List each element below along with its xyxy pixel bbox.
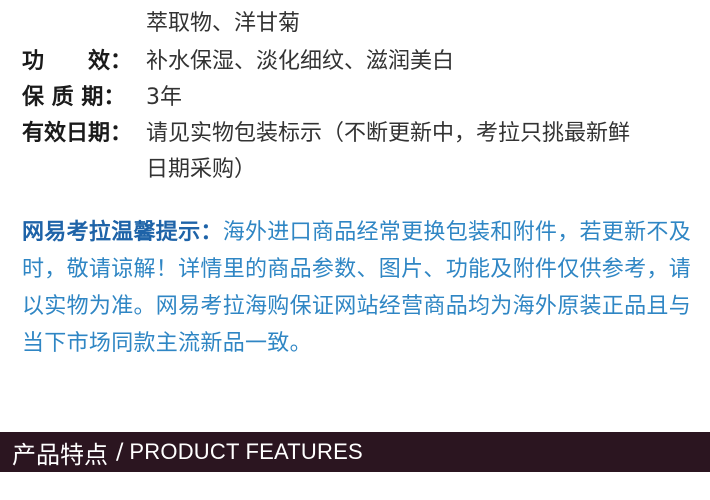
kaola-notice: 网易考拉温馨提示：海外进口商品经常更换包装和附件，若更新不及时，敬请谅解！详情里… [22, 214, 697, 362]
spec-value-efficacy: 补水保湿、淡化细纹、滋润美白 [146, 49, 455, 74]
spec-value-ingredients-continued: 萃取物、洋甘菊 [146, 11, 301, 36]
spec-value-expiry-date-line1: 请见实物包装标示（不断更新中，考拉只挑最新鲜 [146, 121, 631, 146]
spec-value-shelf-life: 3年 [146, 85, 182, 110]
spec-label-efficacy: 功 效： [22, 49, 133, 74]
product-detail-page: 萃取物、洋甘菊 功 效： 补水保湿、淡化细纹、滋润美白 保 质 期： 3年 有效… [0, 0, 710, 500]
banner-title-en: PRODUCT FEATURES [129, 439, 363, 464]
spec-label-shelf-life: 保 质 期： [22, 85, 126, 110]
notice-title: 网易考拉温馨提示： [22, 220, 223, 245]
spec-value-expiry-date-line2: 日期采购） [146, 157, 257, 182]
banner-separator: / [116, 439, 124, 465]
banner-title-cn: 产品特点 [12, 440, 108, 469]
clipped-previous-line [0, 0, 710, 6]
section-banner-product-features: 产品特点 / PRODUCT FEATURES [0, 432, 710, 472]
spec-label-expiry-date: 有效日期： [22, 121, 133, 146]
